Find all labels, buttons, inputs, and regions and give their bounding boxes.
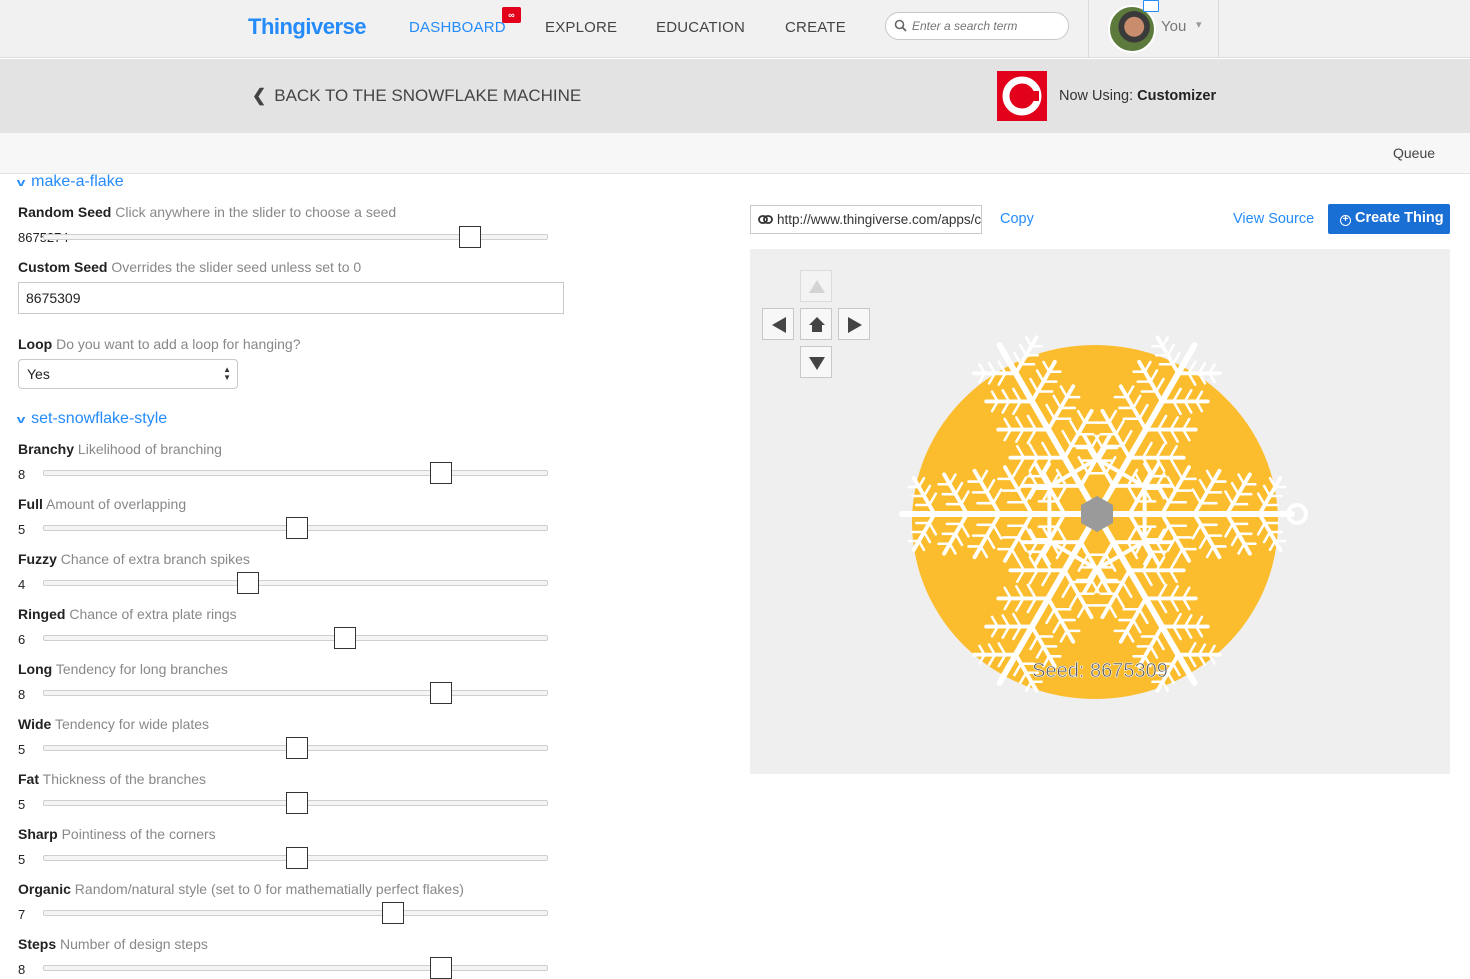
queue-link[interactable]: Queue	[1393, 145, 1435, 161]
slider-thumb[interactable]	[285, 737, 308, 759]
random-seed-slider[interactable]	[43, 226, 548, 248]
param-long-label: Long Tendency for long branches	[18, 661, 228, 677]
share-url-field[interactable]: http://www.thingiverse.com/apps/customiz…	[750, 205, 982, 234]
section-label: make-a-flake	[31, 173, 124, 190]
param-full-value: 5	[18, 522, 26, 537]
param-fuzzy-value: 4	[18, 577, 26, 592]
branchy-slider[interactable]	[43, 462, 548, 484]
back-link-label: BACK TO THE SNOWFLAKE MACHINE	[274, 86, 582, 105]
sharp-slider[interactable]	[43, 847, 548, 869]
slider-thumb[interactable]	[285, 847, 308, 869]
dashboard-badge: ∞	[502, 7, 521, 23]
param-sharp-label: Sharp Pointiness of the corners	[18, 826, 216, 842]
slider-thumb[interactable]	[285, 517, 308, 539]
nav-dashboard[interactable]: DASHBOARD	[409, 19, 506, 36]
section-label: set-snowflake-style	[31, 410, 168, 427]
fat-slider[interactable]	[43, 792, 548, 814]
plus-circle-icon: +	[1340, 215, 1351, 226]
param-loop-label: Loop Do you want to add a loop for hangi…	[18, 336, 301, 352]
share-url-text: http://www.thingiverse.com/apps/customiz…	[777, 212, 982, 227]
3d-preview[interactable]: Seed: 8675309	[750, 249, 1450, 774]
search-box[interactable]	[885, 12, 1069, 40]
section-set-snowflake-style[interactable]: v set-snowflake-style	[16, 410, 168, 428]
param-fat-label: Fat Thickness of the branches	[18, 771, 207, 787]
param-sharp-value: 5	[18, 852, 26, 867]
wide-slider[interactable]	[43, 737, 548, 759]
nav-divider	[1218, 0, 1219, 58]
create-thing-label: Create Thing	[1355, 210, 1444, 226]
param-steps-label: Steps Number of design steps	[18, 936, 208, 952]
slider-thumb[interactable]	[430, 957, 453, 979]
user-menu-label[interactable]: You	[1161, 18, 1186, 35]
slider-thumb[interactable]	[382, 902, 405, 924]
loop-select[interactable]: Yes ▲ ▼	[18, 359, 238, 389]
nav-create[interactable]: CREATE	[785, 19, 846, 36]
param-custom-seed-label: Custom Seed Overrides the slider seed un…	[18, 259, 362, 275]
ringed-slider[interactable]	[43, 627, 548, 649]
nav-divider	[1088, 0, 1089, 58]
mail-icon[interactable]	[1143, 0, 1159, 12]
param-branchy-label: Branchy Likelihood of branching	[18, 441, 222, 457]
loop-select-value: Yes	[27, 366, 50, 382]
slider-thumb[interactable]	[430, 462, 453, 484]
param-organic-value: 7	[18, 907, 26, 922]
param-ringed-value: 6	[18, 632, 26, 647]
param-wide-value: 5	[18, 742, 26, 757]
slider-thumb[interactable]	[430, 682, 453, 704]
now-using-text: Now Using: Customizer	[1059, 88, 1216, 104]
link-icon	[758, 215, 773, 224]
app-header: ❮ BACK TO THE SNOWFLAKE MACHINE Now Using…	[0, 59, 1470, 133]
section-make-a-flake[interactable]: v make-a-flake	[16, 173, 124, 191]
slider-thumb[interactable]	[285, 792, 308, 814]
slider-thumb[interactable]	[459, 226, 482, 248]
param-branchy-value: 8	[18, 467, 26, 482]
param-full-label: Full Amount of overlapping	[18, 496, 187, 512]
top-nav: Thingiverse DASHBOARD ∞ EXPLORE EDUCATIO…	[0, 0, 1470, 58]
full-slider[interactable]	[43, 517, 548, 539]
chevron-down-icon: v	[16, 414, 26, 426]
customizer-logo	[997, 71, 1047, 121]
toolbar: Queue	[0, 133, 1470, 174]
chevron-down-icon[interactable]: ▾	[1196, 18, 1202, 31]
param-steps-value: 8	[18, 962, 26, 977]
avatar[interactable]	[1108, 5, 1156, 53]
now-using-app: Customizer	[1137, 88, 1217, 104]
param-long-value: 8	[18, 687, 26, 702]
param-ringed-label: Ringed Chance of extra plate rings	[18, 606, 237, 622]
nav-explore[interactable]: EXPLORE	[545, 19, 617, 36]
select-arrows-icon: ▲ ▼	[223, 365, 231, 382]
view-source-link[interactable]: View Source	[1233, 211, 1314, 227]
param-random-seed-label: Random Seed Click anywhere in the slider…	[18, 204, 397, 220]
param-wide-label: Wide Tendency for wide plates	[18, 716, 210, 732]
now-using-prefix: Now Using:	[1059, 88, 1134, 104]
thingiverse-logo[interactable]: Thingiverse	[248, 14, 366, 40]
chevron-down-icon: v	[16, 177, 26, 189]
long-slider[interactable]	[43, 682, 548, 704]
steps-slider[interactable]	[43, 957, 548, 979]
organic-slider[interactable]	[43, 902, 548, 924]
param-fat-value: 5	[18, 797, 26, 812]
param-organic-label: Organic Random/natural style (set to 0 f…	[18, 881, 464, 897]
copy-link[interactable]: Copy	[1000, 211, 1034, 227]
fuzzy-slider[interactable]	[43, 572, 548, 594]
chevron-left-icon: ❮	[252, 86, 267, 105]
nav-education[interactable]: EDUCATION	[656, 19, 745, 36]
slider-thumb[interactable]	[333, 627, 356, 649]
search-input[interactable]	[912, 16, 1062, 36]
search-icon	[894, 19, 907, 32]
custom-seed-input[interactable]	[18, 282, 564, 314]
create-thing-button[interactable]: + Create Thing	[1328, 204, 1450, 234]
back-link[interactable]: ❮ BACK TO THE SNOWFLAKE MACHINE	[252, 86, 581, 106]
seed-label: Seed: 8675309	[1032, 660, 1168, 682]
snowflake-model: Seed: 8675309	[899, 335, 1308, 699]
slider-thumb[interactable]	[237, 572, 260, 594]
param-fuzzy-label: Fuzzy Chance of extra branch spikes	[18, 551, 250, 567]
